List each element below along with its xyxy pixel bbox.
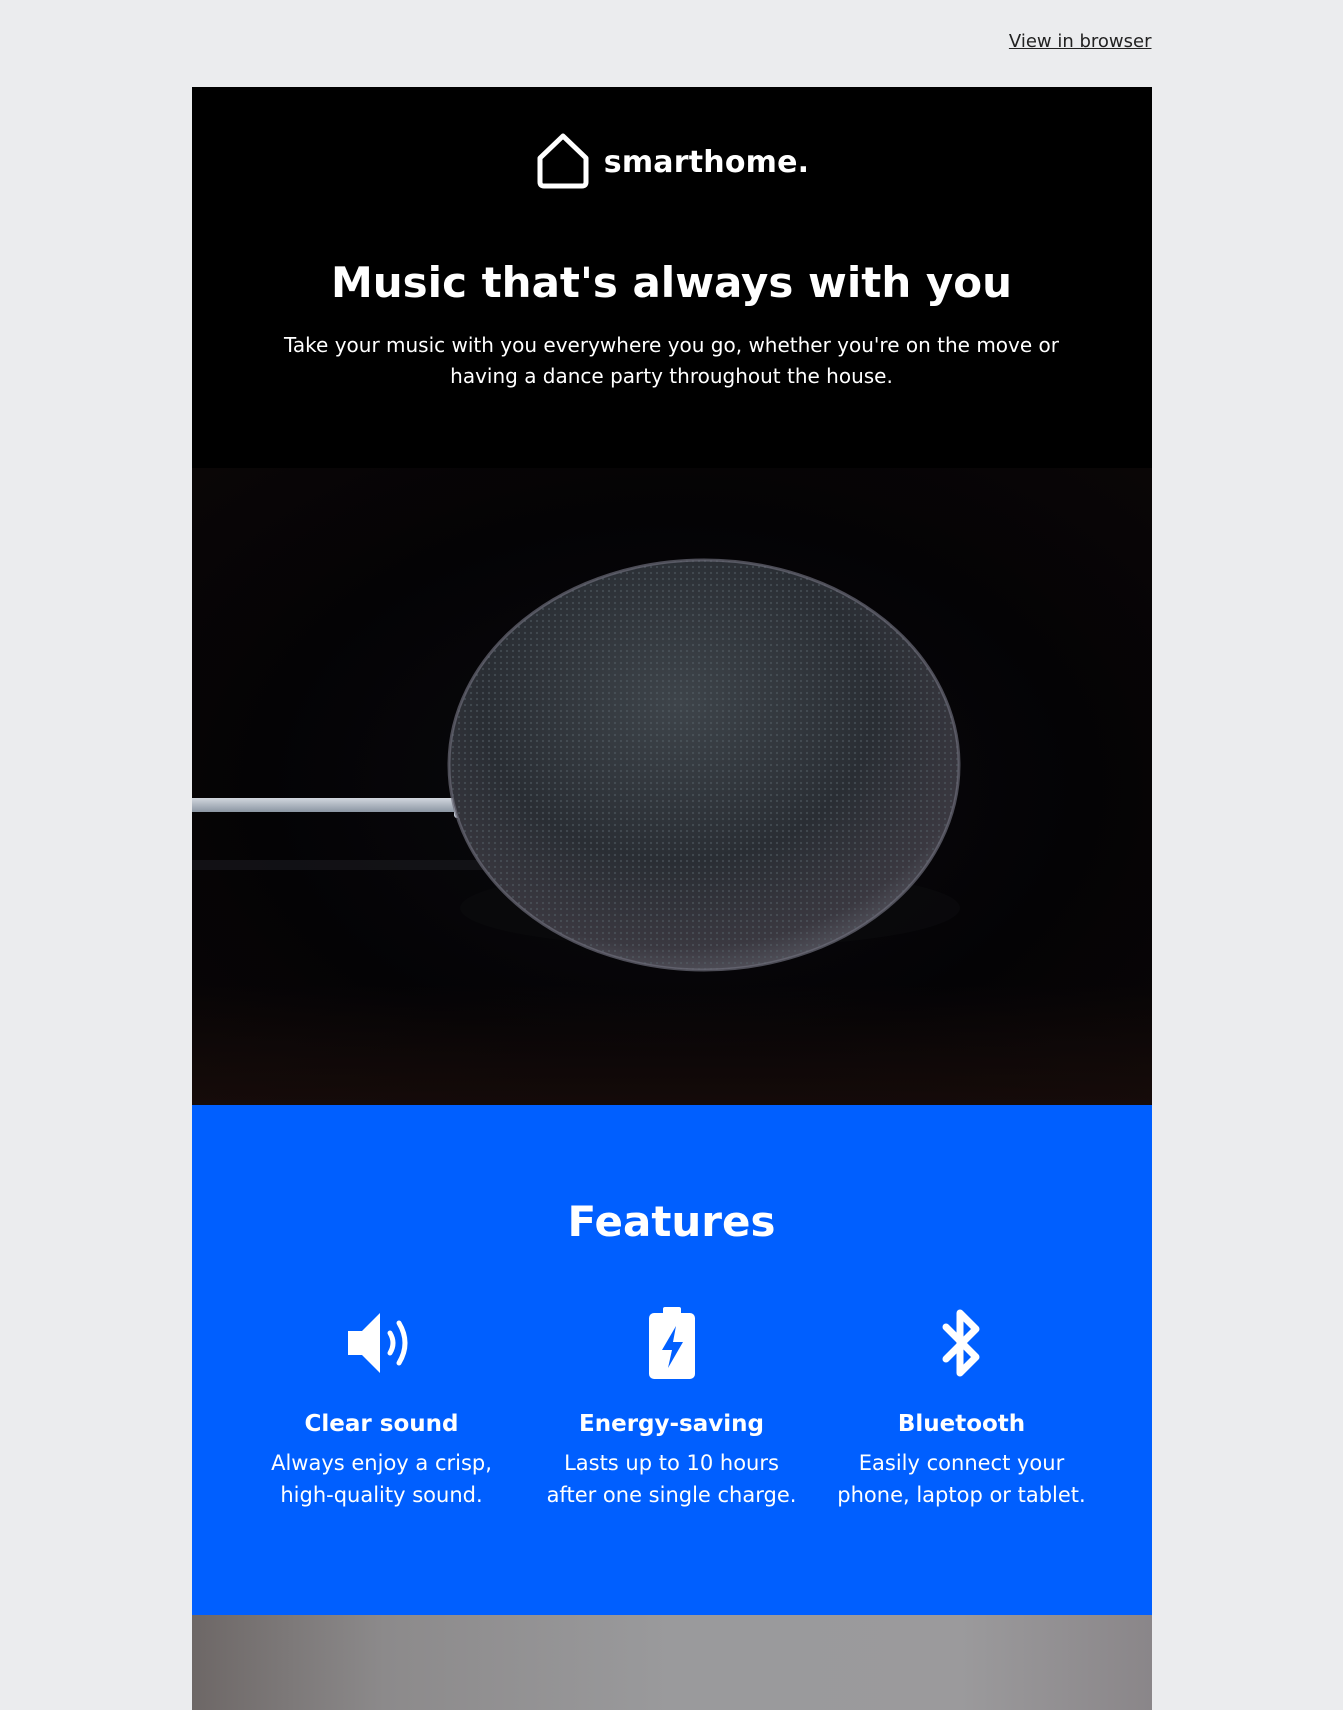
battery-charge-icon	[527, 1305, 817, 1381]
house-icon	[534, 130, 592, 194]
smart-speaker-photo	[191, 468, 1152, 1105]
feature-description: Always enjoy a crisp, high-quality sound…	[271, 1451, 492, 1507]
email-container: smarthome. Music that's always with you …	[191, 87, 1152, 1710]
brand-name: smarthome.	[603, 144, 810, 180]
features-heading: Features	[567, 1197, 776, 1246]
features-section: Features Clear sound Always enjoy a cris…	[191, 1105, 1152, 1615]
feature-title: Energy-saving	[579, 1411, 764, 1437]
brand-logo[interactable]: smarthome.	[534, 130, 809, 194]
features-list: Clear sound Always enjoy a crisp, high-q…	[192, 1305, 1152, 1511]
hero-section: smarthome. Music that's always with you …	[191, 87, 1152, 468]
feature-description: Lasts up to 10 hours after one single ch…	[546, 1451, 797, 1507]
feature-title: Bluetooth	[897, 1411, 1026, 1437]
feature-clear-sound: Clear sound Always enjoy a crisp, high-q…	[237, 1305, 527, 1511]
feature-energy-saving: Energy-saving Lasts up to 10 hours after…	[527, 1305, 817, 1511]
speaker-volume-icon	[237, 1305, 527, 1381]
top-bar: View in browser	[192, 0, 1152, 87]
hero-title: Music that's always with you	[330, 258, 1012, 307]
feature-bluetooth: Bluetooth Easily connect your phone, lap…	[817, 1305, 1107, 1511]
feature-title: Clear sound	[304, 1411, 459, 1437]
hero-subtitle: Take your music with you everywhere you …	[284, 333, 1059, 389]
view-in-browser-link[interactable]: View in browser	[1009, 31, 1152, 52]
feature-description: Easily connect your phone, laptop or tab…	[837, 1451, 1086, 1507]
bluetooth-icon	[817, 1305, 1107, 1381]
lifestyle-photo	[191, 1615, 1152, 1710]
